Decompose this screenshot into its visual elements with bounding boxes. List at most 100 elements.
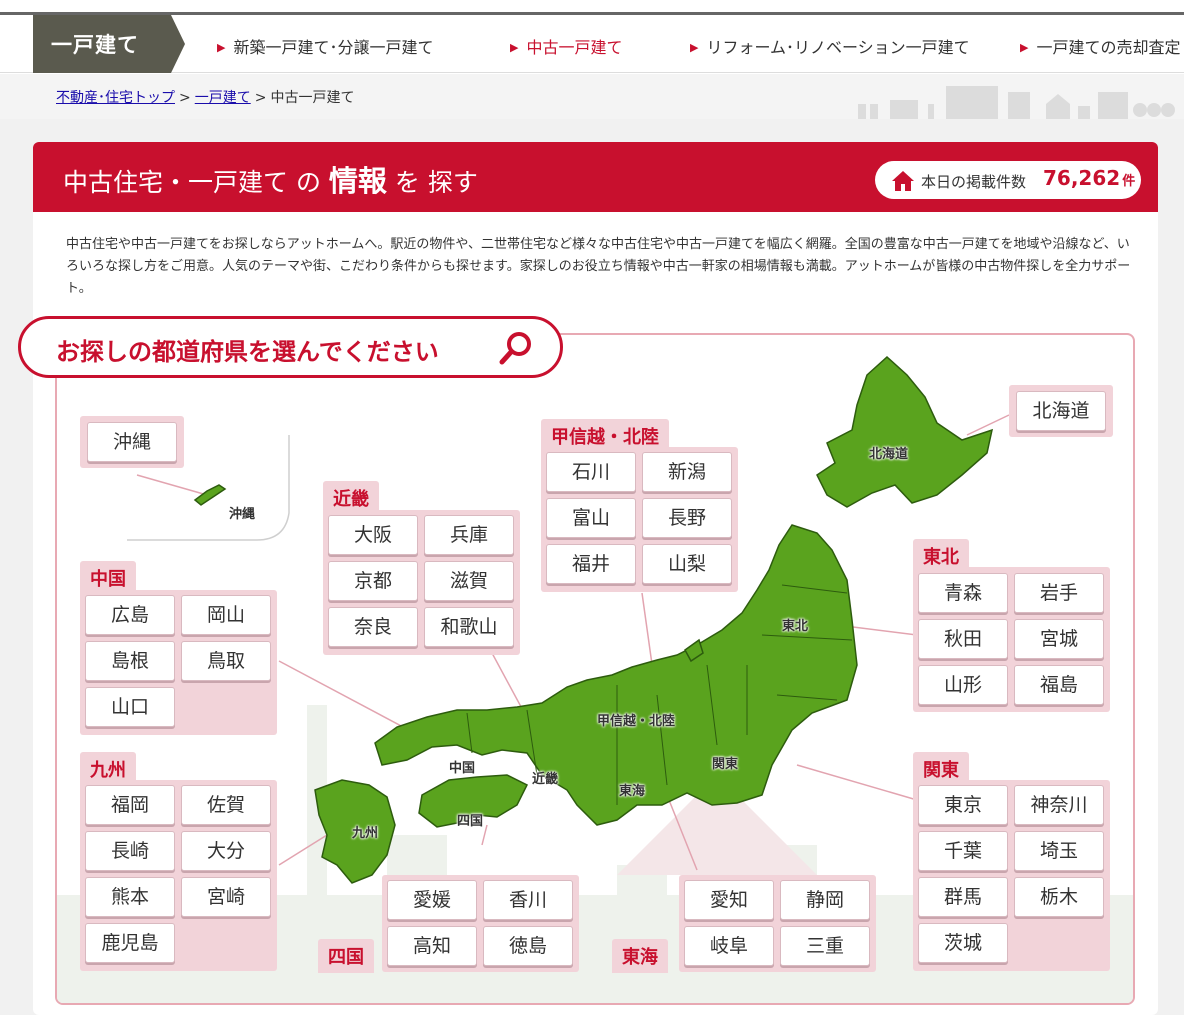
prompt-text: お探しの都道府県を選んでください bbox=[56, 338, 439, 366]
pref-button-ibaraki[interactable]: 茨城 bbox=[918, 923, 1008, 963]
region-title-shikoku: 四国 bbox=[318, 939, 374, 973]
pref-button-shimane[interactable]: 島根 bbox=[85, 641, 175, 681]
title-part: を 探す bbox=[386, 168, 478, 197]
pref-button-akita[interactable]: 秋田 bbox=[918, 619, 1008, 659]
region-title-tokai: 東海 bbox=[612, 939, 668, 973]
pref-button-iwate[interactable]: 岩手 bbox=[1014, 573, 1104, 613]
nav-category-title: 一戸建て bbox=[51, 33, 139, 57]
nav-link-label: 中古一戸建て bbox=[526, 38, 623, 57]
skyline-decoration bbox=[858, 86, 1175, 119]
map-label-kinki: 近畿 bbox=[532, 772, 559, 787]
pref-button-kagoshima[interactable]: 鹿児島 bbox=[85, 923, 175, 963]
panel-header: 中古住宅・一戸建て の 情報 を 探す 本日の掲載件数 76,262 件 bbox=[33, 142, 1158, 212]
breadcrumb-separator: > bbox=[254, 90, 267, 106]
listing-count-value: 76,262 件 bbox=[1043, 166, 1135, 190]
pref-button-shiga[interactable]: 滋賀 bbox=[424, 561, 514, 601]
pref-button-tokushima[interactable]: 徳島 bbox=[483, 926, 573, 966]
pref-button-wakayama[interactable]: 和歌山 bbox=[424, 607, 514, 647]
pref-button-miyazaki[interactable]: 宮崎 bbox=[181, 877, 271, 917]
pref-button-saitama[interactable]: 埼玉 bbox=[1014, 831, 1104, 871]
page-title: 中古住宅・一戸建て の 情報 を 探す bbox=[63, 158, 478, 200]
nav-link-label: リフォーム･リノベーション一戸建て bbox=[706, 38, 970, 57]
pref-button-ehime[interactable]: 愛媛 bbox=[387, 880, 477, 920]
region-kinki: 大阪 兵庫 京都 滋賀 奈良 和歌山 bbox=[323, 510, 520, 655]
map-label-koshinetsu: 甲信越・北陸 bbox=[597, 714, 676, 729]
pref-button-oita[interactable]: 大分 bbox=[181, 831, 271, 871]
pref-button-saga[interactable]: 佐賀 bbox=[181, 785, 271, 825]
nav-link-sale-appraisal[interactable]: ▶ 一戸建ての売却査定 bbox=[1020, 34, 1180, 58]
intro-text: 中古住宅や中古一戸建てをお探しならアットホームへ。駅近の物件や、二世帯住宅など様… bbox=[66, 237, 1131, 296]
pref-button-toyama[interactable]: 富山 bbox=[546, 498, 636, 538]
pref-button-osaka[interactable]: 大阪 bbox=[328, 515, 418, 555]
pref-button-tottori[interactable]: 鳥取 bbox=[181, 641, 271, 681]
pref-button-kyoto[interactable]: 京都 bbox=[328, 561, 418, 601]
map-label-shikoku: 四国 bbox=[457, 814, 484, 829]
pref-button-tochigi[interactable]: 栃木 bbox=[1014, 877, 1104, 917]
nav-link-new-house[interactable]: ▶ 新築一戸建て･分譲一戸建て bbox=[217, 34, 433, 58]
pref-button-aichi[interactable]: 愛知 bbox=[684, 880, 774, 920]
pref-button-kanagawa[interactable]: 神奈川 bbox=[1014, 785, 1104, 825]
nav-link-label: 一戸建ての売却査定 bbox=[1036, 38, 1181, 57]
house-icon bbox=[892, 171, 914, 191]
listing-count-label: 本日の掲載件数 bbox=[921, 173, 1027, 191]
breadcrumb-current: 中古一戸建て bbox=[270, 90, 355, 106]
pref-button-nagasaki[interactable]: 長崎 bbox=[85, 831, 175, 871]
pref-button-aomori[interactable]: 青森 bbox=[918, 573, 1008, 613]
map-label-tohoku: 東北 bbox=[782, 619, 809, 634]
hokkaido-shape[interactable] bbox=[816, 355, 994, 508]
region-hokkaido: 北海道 bbox=[1009, 385, 1113, 437]
nav-category-tab[interactable]: 一戸建て bbox=[33, 15, 185, 73]
triangle-icon: ▶ bbox=[217, 41, 226, 54]
pref-button-gifu[interactable]: 岐阜 bbox=[684, 926, 774, 966]
region-kyushu: 福岡 佐賀 長崎 大分 熊本 宮崎 鹿児島 bbox=[80, 780, 277, 971]
pref-button-kagawa[interactable]: 香川 bbox=[483, 880, 573, 920]
map-label-okinawa: 沖縄 bbox=[229, 507, 256, 522]
breadcrumb-separator: > bbox=[179, 90, 191, 106]
pref-button-hiroshima[interactable]: 広島 bbox=[85, 595, 175, 635]
pref-button-okayama[interactable]: 岡山 bbox=[181, 595, 271, 635]
pref-button-chiba[interactable]: 千葉 bbox=[918, 831, 1008, 871]
map-label-chugoku: 中国 bbox=[449, 761, 476, 776]
breadcrumb-link-house[interactable]: 一戸建て bbox=[195, 90, 251, 106]
map-label-hokkaido: 北海道 bbox=[869, 447, 909, 462]
title-emphasis: 情報 bbox=[328, 164, 387, 198]
triangle-icon: ▶ bbox=[1020, 41, 1029, 54]
pref-button-kumamoto[interactable]: 熊本 bbox=[85, 877, 175, 917]
pref-button-nagano[interactable]: 長野 bbox=[642, 498, 732, 538]
nav-link-reform[interactable]: ▶ リフォーム･リノベーション一戸建て bbox=[690, 34, 970, 58]
region-tohoku: 青森 岩手 秋田 宮城 山形 福島 bbox=[913, 567, 1110, 712]
nav-link-used-house[interactable]: ▶ 中古一戸建て bbox=[510, 34, 622, 58]
map-label-kyushu: 九州 bbox=[352, 826, 379, 841]
region-shikoku: 愛媛 香川 高知 徳島 bbox=[382, 875, 579, 972]
pref-button-nara[interactable]: 奈良 bbox=[328, 607, 418, 647]
pref-button-fukuoka[interactable]: 福岡 bbox=[85, 785, 175, 825]
pref-button-yamagata[interactable]: 山形 bbox=[918, 665, 1008, 705]
pref-button-kochi[interactable]: 高知 bbox=[387, 926, 477, 966]
region-okinawa: 沖縄 bbox=[80, 416, 184, 468]
pref-button-ishikawa[interactable]: 石川 bbox=[546, 452, 636, 492]
map-label-kanto: 関東 bbox=[712, 757, 739, 772]
pref-button-yamaguchi[interactable]: 山口 bbox=[85, 687, 175, 727]
pref-button-mie[interactable]: 三重 bbox=[780, 926, 870, 966]
breadcrumb: 不動産･住宅トップ > 一戸建て > 中古一戸建て bbox=[56, 87, 354, 107]
pref-button-hyogo[interactable]: 兵庫 bbox=[424, 515, 514, 555]
region-chugoku: 広島 岡山 島根 鳥取 山口 bbox=[80, 590, 277, 735]
pref-button-gunma[interactable]: 群馬 bbox=[918, 877, 1008, 917]
pref-button-yamanashi[interactable]: 山梨 bbox=[642, 544, 732, 584]
title-part: 中古住宅・一戸建て の bbox=[63, 168, 329, 197]
pref-button-shizuoka[interactable]: 静岡 bbox=[780, 880, 870, 920]
pref-button-miyagi[interactable]: 宮城 bbox=[1014, 619, 1104, 659]
region-koshinetsu: 石川 新潟 富山 長野 福井 山梨 bbox=[541, 447, 738, 592]
count-number: 76,262 bbox=[1043, 166, 1121, 190]
pref-button-tokyo[interactable]: 東京 bbox=[918, 785, 1008, 825]
pref-button-hokkaido[interactable]: 北海道 bbox=[1016, 391, 1106, 431]
breadcrumb-band: 不動産･住宅トップ > 一戸建て > 中古一戸建て bbox=[0, 74, 1184, 119]
pref-button-niigata[interactable]: 新潟 bbox=[642, 452, 732, 492]
pref-button-fukushima[interactable]: 福島 bbox=[1014, 665, 1104, 705]
map-label-tokai: 東海 bbox=[619, 784, 646, 799]
pref-button-fukui[interactable]: 福井 bbox=[546, 544, 636, 584]
breadcrumb-link-top[interactable]: 不動産･住宅トップ bbox=[56, 90, 175, 106]
pref-button-okinawa[interactable]: 沖縄 bbox=[87, 422, 177, 462]
okinawa-island[interactable] bbox=[193, 484, 227, 506]
nav-link-label: 新築一戸建て･分譲一戸建て bbox=[233, 38, 434, 57]
